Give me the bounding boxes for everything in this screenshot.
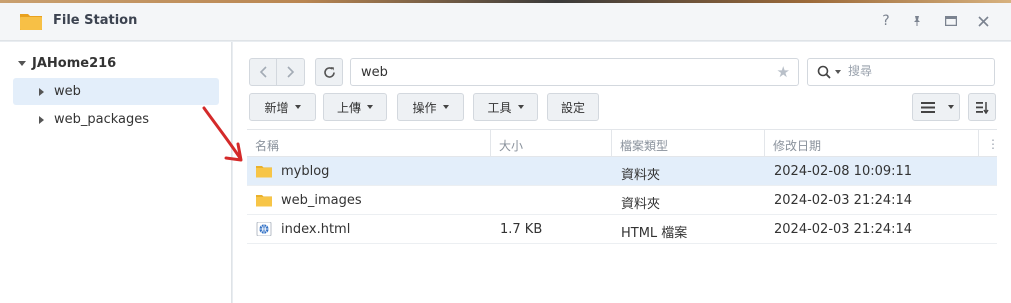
tools-button[interactable]: 工具 [473, 93, 538, 121]
folder-icon [256, 166, 272, 178]
help-button[interactable]: ? [877, 12, 895, 30]
action-button[interactable]: 操作 [397, 93, 464, 121]
column-header-modified[interactable]: 修改日期 [765, 130, 979, 158]
maximize-icon [945, 16, 957, 26]
title-bar: File Station ? [0, 3, 1011, 41]
search-box[interactable] [807, 58, 995, 86]
window-title: File Station [53, 13, 138, 28]
collapse-caret-icon[interactable] [39, 87, 44, 96]
path-text: web [361, 65, 388, 80]
sort-button[interactable] [968, 93, 996, 121]
refresh-icon [323, 66, 335, 78]
back-button[interactable] [249, 58, 277, 86]
sort-icon [975, 101, 989, 114]
pin-icon [914, 16, 920, 26]
upload-button-label: 上傳 [336, 100, 361, 115]
file-modified: 2024-02-08 10:09:11 [774, 164, 913, 179]
list-view-button[interactable] [912, 93, 944, 121]
tree-item-label: web [54, 84, 81, 99]
tree-root-node[interactable]: JAHome216 [18, 56, 116, 71]
collapse-caret-icon[interactable] [39, 115, 44, 124]
table-row[interactable]: web_images 資料夾 2024-02-03 21:24:14 [247, 186, 997, 215]
forward-button[interactable] [277, 58, 305, 86]
file-modified: 2024-02-03 21:24:14 [774, 193, 913, 208]
dropdown-caret-icon [948, 105, 954, 109]
search-input[interactable] [848, 64, 988, 78]
expand-caret-icon[interactable] [18, 61, 26, 66]
upload-button[interactable]: 上傳 [323, 93, 387, 121]
table-row[interactable]: myblog 資料夾 2024-02-08 10:09:11 [247, 157, 997, 186]
action-button-label: 操作 [412, 100, 437, 115]
column-header-name[interactable]: 名稱 [247, 130, 491, 158]
tools-button-label: 工具 [487, 100, 512, 115]
dropdown-caret-icon [517, 105, 524, 109]
column-options-icon[interactable]: ⋮ [979, 130, 999, 158]
file-type: 資料夾 [621, 197, 661, 212]
file-name: index.html [281, 222, 351, 237]
create-button-label: 新增 [264, 100, 289, 115]
pin-button[interactable] [908, 12, 926, 30]
dropdown-caret-icon [294, 105, 301, 109]
create-button[interactable]: 新增 [249, 93, 316, 121]
close-button[interactable] [974, 12, 992, 30]
tree-item-web[interactable]: web [13, 78, 219, 105]
file-type: 資料夾 [621, 168, 661, 183]
column-header-type[interactable]: 檔案類型 [612, 130, 765, 158]
tree-item-label: web_packages [54, 112, 150, 127]
folder-icon [256, 195, 272, 207]
list-view-icon [921, 101, 935, 113]
table-header: 名稱 大小 檔案類型 修改日期 ⋮ [247, 129, 999, 158]
search-icon[interactable] [817, 65, 831, 79]
dropdown-caret-icon [367, 105, 373, 109]
search-options-caret-icon[interactable] [835, 70, 841, 74]
file-size: 1.7 KB [500, 222, 543, 237]
file-type: HTML 檔案 [621, 226, 688, 241]
file-modified: 2024-02-03 21:24:14 [774, 222, 913, 237]
path-input[interactable]: web ★ [350, 58, 799, 86]
favorite-star-icon[interactable]: ★ [777, 63, 790, 81]
dropdown-caret-icon [442, 105, 449, 109]
maximize-button[interactable] [942, 12, 960, 30]
file-station-folder-icon [20, 14, 42, 30]
file-list-panel: web ★ 新增 上傳 操作 工具 設定 名稱 [233, 42, 1011, 303]
refresh-button[interactable] [315, 58, 343, 86]
tree-item-web-packages[interactable]: web_packages [13, 106, 219, 133]
file-name: myblog [281, 164, 330, 179]
file-name: web_images [281, 193, 362, 208]
settings-button[interactable]: 設定 [547, 93, 599, 121]
chevron-left-icon [259, 66, 267, 78]
settings-button-label: 設定 [560, 100, 585, 115]
folder-tree-sidebar: JAHome216 web web_packages [0, 42, 232, 303]
chevron-right-icon [286, 66, 294, 78]
html-file-icon [256, 222, 272, 236]
tree-root-label: JAHome216 [32, 56, 117, 71]
view-mode-dropdown[interactable] [943, 93, 960, 121]
table-row[interactable]: index.html 1.7 KB HTML 檔案 2024-02-03 21:… [247, 215, 997, 244]
column-header-size[interactable]: 大小 [491, 130, 612, 158]
close-icon [977, 15, 989, 27]
file-table: 名稱 大小 檔案類型 修改日期 ⋮ myblog 資料夾 2024-02-08 … [247, 129, 999, 244]
